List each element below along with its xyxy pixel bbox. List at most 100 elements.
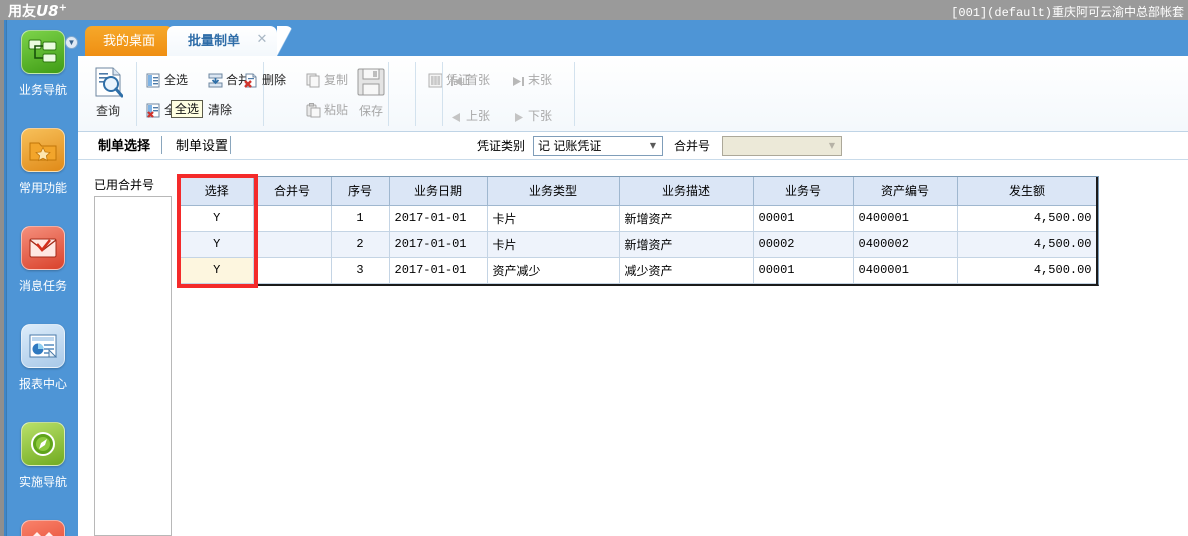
paste-button[interactable]: 粘贴 (306, 98, 348, 122)
grid-cell-biztype[interactable]: 卡片 (487, 205, 620, 232)
sidebar-item-label: 业务导航 (18, 83, 67, 97)
clear-button[interactable]: 清除 (208, 98, 232, 122)
grid-header-amount[interactable]: 发生额 (957, 177, 1098, 206)
sidebar-item-common-functions[interactable]: 常用功能 (7, 118, 79, 216)
prev-record-button[interactable]: 上张 (450, 104, 490, 128)
grid-header-row: 选择 合并号 序号 业务日期 业务类型 业务描述 业务号 资产编号 发生额 (181, 177, 1098, 206)
grid-cell-select[interactable]: Y (181, 257, 254, 284)
used-merge-no-listbox[interactable] (94, 196, 172, 536)
copy-label: 复制 (324, 73, 349, 87)
grid-cell-bizno[interactable]: 00001 (753, 257, 854, 284)
grid-cell-amount[interactable]: 4,500.00 (957, 231, 1098, 258)
next-record-button[interactable]: 下张 (512, 104, 552, 128)
save-button[interactable]: 保存 (349, 64, 393, 119)
grid-cell-seq[interactable]: 2 (331, 231, 390, 258)
query-label: 查询 (95, 104, 120, 118)
tab-label: 我的桌面 (102, 33, 155, 48)
sidebar-item-label: 实施导航 (18, 475, 67, 489)
select-all-button[interactable]: 全选 (146, 68, 188, 92)
grid-header-biztype[interactable]: 业务类型 (487, 177, 620, 206)
select-all-icon (146, 72, 161, 96)
voucher-type-value: 记 记账凭证 (538, 139, 602, 153)
sidebar-item-business-nav[interactable]: ▼ 业务导航 (7, 20, 79, 118)
toolbar-separator (442, 62, 443, 126)
toolbar-separator (415, 62, 416, 126)
grid-cell-biztype[interactable]: 卡片 (487, 231, 620, 258)
grid-cell-bizdesc[interactable]: 减少资产 (619, 257, 754, 284)
voucher-type-select[interactable]: 记 记账凭证 ▼ (533, 136, 663, 156)
grid-cell-seq[interactable]: 3 (331, 257, 390, 284)
prev-record-icon (450, 108, 463, 132)
grid-cell-bizno[interactable]: 00001 (753, 205, 854, 232)
grid-cell-select[interactable]: Y (181, 205, 254, 232)
grid-cell-bizdate[interactable]: 2017-01-01 (389, 205, 488, 232)
sidebar-item-enterprise-link[interactable]: 企业互联 (7, 510, 79, 536)
paste-icon (306, 102, 321, 126)
sub-tab-divider (230, 136, 231, 154)
delete-icon (244, 72, 259, 96)
select-all-label: 全选 (164, 73, 189, 87)
table-row[interactable]: Y 2 2017-01-01 卡片 新增资产 00002 0400002 4,500.00 (181, 231, 1098, 258)
first-record-button[interactable]: 首张 (450, 68, 490, 92)
toolbar-separator (574, 62, 575, 126)
sidebar-item-label: 常用功能 (18, 181, 67, 195)
grid-header-bizdesc[interactable]: 业务描述 (619, 177, 754, 206)
save-label: 保存 (358, 104, 383, 118)
grid-cell-bizdate[interactable]: 2017-01-01 (389, 231, 488, 258)
grid-cell-bizno[interactable]: 00002 (753, 231, 854, 258)
grid-cell-mergeno[interactable] (253, 205, 332, 232)
query-button[interactable]: 查询 (86, 64, 130, 119)
merge-no-select[interactable]: ▼ (722, 136, 842, 156)
grid-cell-bizdesc[interactable]: 新增资产 (619, 205, 754, 232)
grid-header-mergeno[interactable]: 合并号 (253, 177, 332, 206)
sub-tab-voucher-selection[interactable]: 制单选择 (88, 135, 160, 157)
grid-cell-mergeno[interactable] (253, 231, 332, 258)
chevron-down-icon[interactable]: ▼ (645, 138, 661, 154)
tab-batch-voucher[interactable]: 批量制单 ✕ (167, 26, 277, 56)
grid-cell-mergeno[interactable] (253, 257, 332, 284)
grid-header-seq[interactable]: 序号 (331, 177, 390, 206)
chevron-down-icon[interactable]: ▼ (65, 36, 78, 49)
sidebar-item-report-center[interactable]: 报表中心 (7, 314, 79, 412)
grid-header-bizno[interactable]: 业务号 (753, 177, 854, 206)
grid-cell-assetno[interactable]: 0400001 (853, 205, 958, 232)
report-chart-icon (21, 324, 65, 368)
grid-cell-select[interactable]: Y (181, 231, 254, 258)
last-record-button[interactable]: 末张 (512, 68, 552, 92)
grid-cell-seq[interactable]: 1 (331, 205, 390, 232)
table-row[interactable]: Y 1 2017-01-01 卡片 新增资产 00001 0400001 4,500.00 (181, 205, 1098, 232)
chevron-down-icon[interactable]: ▼ (824, 138, 840, 154)
delete-button[interactable]: 删除 (244, 68, 286, 92)
used-merge-no-label: 已用合并号 (94, 178, 155, 192)
grid-cell-assetno[interactable]: 0400001 (853, 257, 958, 284)
grid-header-assetno[interactable]: 资产编号 (853, 177, 958, 206)
sidebar-item-label: 报表中心 (18, 377, 67, 391)
next-record-label: 下张 (528, 109, 553, 123)
close-icon[interactable]: ✕ (255, 33, 269, 47)
grid-cell-amount[interactable]: 4,500.00 (957, 205, 1098, 232)
grid-cell-biztype[interactable]: 资产减少 (487, 257, 620, 284)
diamonds-link-icon (21, 520, 65, 536)
grid-cell-bizdate[interactable]: 2017-01-01 (389, 257, 488, 284)
sidebar-item-label: 消息任务 (18, 279, 67, 293)
tab-my-desktop[interactable]: 我的桌面 (85, 26, 173, 56)
grid-header-select[interactable]: 选择 (181, 177, 254, 206)
brand-name: U8 (36, 2, 59, 20)
table-row[interactable]: Y 3 2017-01-01 资产减少 减少资产 00001 0400001 4,500.00 (181, 257, 1098, 284)
mail-check-icon (21, 226, 65, 270)
sub-tab-voucher-settings[interactable]: 制单设置 (166, 135, 238, 157)
paste-label: 粘贴 (324, 103, 349, 117)
grid-cell-assetno[interactable]: 0400002 (853, 231, 958, 258)
sub-tab-label: 制单选择 (98, 138, 151, 153)
copy-button[interactable]: 复制 (306, 68, 348, 92)
merge-no-label: 合并号 (674, 139, 711, 153)
left-sidebar: ▼ 业务导航 常用功能 消息任务 报表中心 实施导航 (0, 20, 78, 536)
grid-cell-amount[interactable]: 4,500.00 (957, 257, 1098, 284)
sidebar-item-implementation-nav[interactable]: 实施导航 (7, 412, 79, 510)
next-record-icon (512, 108, 525, 132)
grid-cell-bizdesc[interactable]: 新增资产 (619, 231, 754, 258)
tooltip: 全选 (171, 100, 204, 118)
sub-tab-divider (161, 136, 162, 154)
grid-header-bizdate[interactable]: 业务日期 (389, 177, 488, 206)
sidebar-item-messages-tasks[interactable]: 消息任务 (7, 216, 79, 314)
